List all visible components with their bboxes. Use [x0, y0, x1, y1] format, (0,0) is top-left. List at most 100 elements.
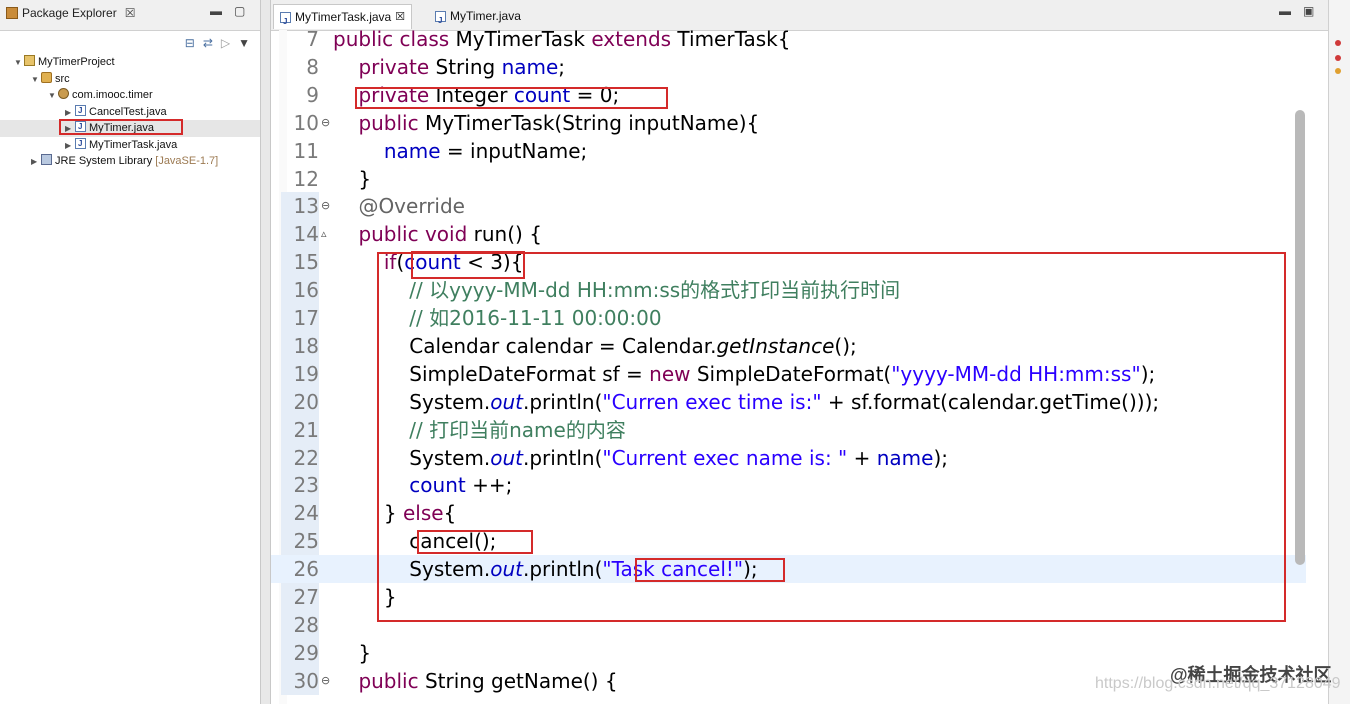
line-number: 9 [306, 82, 319, 107]
explorer-toolbar: ⊟ ⇄ ▷ ▼ [185, 36, 250, 50]
package-explorer-title: Package Explorer [22, 6, 117, 20]
code-line[interactable]: 12 } [271, 165, 1306, 193]
tab-package-explorer[interactable]: Package Explorer ☒ [6, 6, 135, 20]
selection-highlight-box [59, 119, 183, 135]
code-text: } [333, 166, 372, 191]
maximize-icon[interactable]: ▢ [234, 4, 245, 18]
vertical-scrollbar[interactable] [1295, 110, 1305, 565]
fold-icon[interactable]: ⊖ [321, 109, 330, 137]
highlight-box-if-block [377, 252, 1286, 622]
error-marker-icon[interactable] [1335, 40, 1341, 46]
line-number: 17 [293, 306, 319, 330]
editor-minimize-icon[interactable]: ▬ [1279, 4, 1291, 18]
tree-item-suffix: [JavaSE-1.7] [152, 155, 219, 167]
line-number: 8 [306, 54, 319, 79]
warning-marker-icon[interactable] [1335, 68, 1341, 74]
collapse-all-icon[interactable]: ⊟ [185, 36, 195, 50]
tree-item-label: com.imooc.timer [72, 89, 153, 101]
highlight-box-count-field [355, 87, 668, 109]
watermark-url: https://blog.csdn.net/qq_37128049 [1095, 675, 1341, 692]
code-line[interactable]: 7 public class MyTimerTask extends TimerT… [271, 25, 1306, 53]
line-number: 16 [293, 278, 319, 303]
line-number: 10 [293, 110, 319, 135]
java-icon [75, 136, 86, 152]
chevron-down-icon[interactable]: ▼ [31, 72, 41, 89]
tree-item[interactable]: ▼ MyTimerProject [0, 54, 260, 71]
highlight-box-cancel-call [417, 530, 533, 554]
code-line[interactable]: 10 ⊖ public MyTimerTask(String inputName)… [271, 109, 1306, 137]
package-explorer-panel: Package Explorer ☒ ▬ ▢ ⊟ ⇄ ▷ ▼ ▼ MyTimerP… [0, 0, 261, 704]
line-number: 25 [293, 529, 319, 554]
line-number: 21 [293, 417, 319, 442]
code-editor: ▬ ▣ MyTimerTask.java☒MyTimer.java 7publi… [270, 0, 1328, 704]
tree-item[interactable]: ▶ MyTimerTask.java [0, 136, 260, 155]
tree-item[interactable]: ▼ src [0, 71, 260, 88]
line-number: 27 [293, 585, 319, 609]
tree-item[interactable]: ▶CancelTest.java [0, 103, 260, 121]
code-line[interactable]: 13 ⊖ @Override [271, 192, 1306, 220]
java-file-icon [435, 9, 446, 33]
line-number: 23 [293, 473, 319, 498]
code-text: private String name; [358, 54, 566, 79]
chevron-right-icon[interactable]: ▶ [65, 138, 75, 155]
code-text: name = inputName; [383, 138, 588, 163]
code-text: public String getName() { [358, 668, 618, 693]
chevron-down-icon[interactable]: ▼ [238, 36, 250, 50]
chevron-down-icon[interactable]: ▼ [48, 88, 58, 105]
line-number: 26 [293, 557, 319, 582]
tree-item[interactable]: ▶ JRE System Library [JavaSE-1.7] [0, 153, 260, 170]
right-annotation-strip [1328, 0, 1350, 704]
code-line[interactable]: 8 private String name; [271, 53, 1306, 81]
minimize-icon[interactable]: ▬ [210, 4, 222, 18]
line-number: 12 [293, 166, 319, 191]
code-text: public void run() { [358, 222, 542, 247]
package-explorer-tabbar: Package Explorer ☒ ▬ ▢ [0, 0, 260, 31]
code-text: public MyTimerTask(String inputName){ [358, 110, 760, 135]
tree-item-label: MyTimerProject [38, 56, 115, 68]
code-area[interactable]: 7 public class MyTimerTask extends TimerT… [271, 27, 1328, 704]
link-with-editor-icon[interactable]: ⇄ [203, 36, 213, 50]
pkg-icon [58, 88, 69, 99]
code-line[interactable]: 29 } [271, 639, 1306, 667]
package-explorer-icon [6, 7, 18, 19]
caret-string-box [635, 558, 785, 582]
fold-icon[interactable]: ⊖ [321, 667, 330, 695]
line-number: 15 [293, 250, 319, 275]
line-number: 7 [306, 27, 319, 51]
chevron-right-icon[interactable]: ▶ [31, 154, 41, 171]
code-text: } [333, 640, 372, 665]
error-marker-icon[interactable] [1335, 55, 1341, 61]
chevron-down-icon[interactable]: ▼ [14, 55, 24, 72]
tree-item-label: src [55, 72, 70, 85]
close-icon[interactable]: ☒ [125, 6, 136, 20]
view-menu-icon[interactable]: ▷ [221, 36, 230, 50]
tree-item-label: MyTimerTask.java [89, 138, 178, 151]
line-number: 13 [293, 194, 319, 219]
line-number: 28 [293, 612, 319, 637]
tree-item[interactable]: ▶MyTimer.java [0, 119, 260, 137]
src-icon [41, 71, 52, 83]
project-tree: ▼MyTimerProject▼src▼com.imooc.timer▶Canc… [0, 54, 260, 170]
line-number: 22 [293, 445, 319, 470]
project-icon [24, 55, 35, 66]
line-number: 30 [293, 668, 319, 693]
tree-item-label: CancelTest.java [89, 105, 167, 118]
code-line[interactable]: 11 name = inputName; [271, 137, 1306, 165]
code-line[interactable]: 14 ▵ public void run() { [271, 220, 1306, 248]
java-file-icon [280, 10, 291, 34]
editor-maximize-icon[interactable]: ▣ [1303, 4, 1314, 18]
lib-icon [41, 154, 52, 165]
line-number: 11 [293, 138, 319, 163]
line-number: 24 [293, 501, 319, 526]
fold-icon[interactable]: ⊖ [321, 192, 330, 220]
line-number: 20 [293, 389, 319, 414]
code-text: public class MyTimerTask extends TimerTa… [333, 27, 791, 51]
tree-item[interactable]: ▼ com.imooc.timer [0, 87, 260, 104]
java-icon [75, 103, 86, 119]
line-number: 14 [293, 222, 319, 247]
override-marker-icon[interactable]: ▵ [321, 220, 327, 248]
tree-item-label: JRE System Library [55, 155, 153, 167]
line-number: 29 [293, 640, 319, 665]
code-text: @Override [358, 194, 465, 219]
line-number: 18 [293, 333, 319, 358]
